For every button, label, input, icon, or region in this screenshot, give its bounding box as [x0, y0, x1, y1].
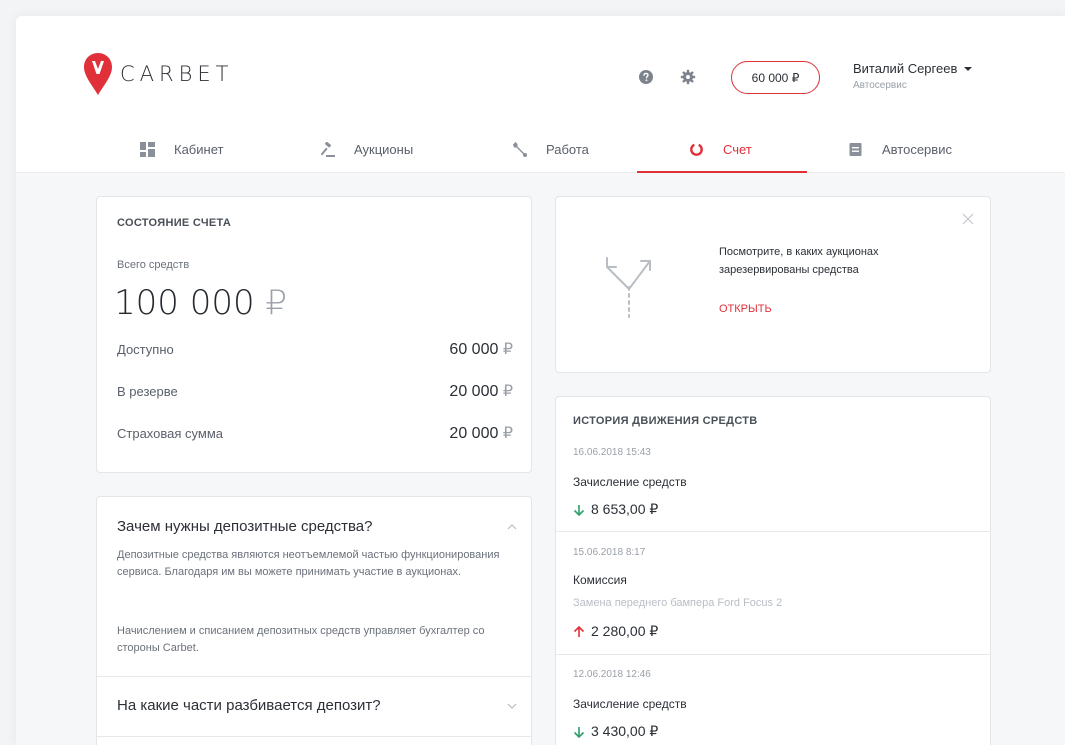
card-title: СОСТОЯНИЕ СЧЕТА	[117, 217, 232, 229]
faq-question-1[interactable]: Зачем нужны депозитные средства?	[117, 518, 372, 535]
history-date: 12.06.2018 12:46	[573, 669, 651, 680]
carbet-logo-icon	[84, 53, 112, 95]
arrow-up-icon	[573, 625, 585, 637]
tab-label: Кабинет	[174, 142, 224, 157]
ring-icon	[690, 143, 703, 156]
tab-account[interactable]: Счет	[689, 126, 752, 173]
help-icon[interactable]	[639, 70, 653, 84]
brand-name: CARBET	[120, 62, 234, 86]
row-amount: 20 000 ₽	[449, 383, 513, 400]
account-row-available: Доступно 60 000 ₽	[117, 339, 513, 359]
amount-value: 8 653,00 ₽	[591, 501, 659, 517]
history-amount: 8 653,00 ₽	[573, 501, 658, 518]
history-subtitle: Замена переднего бампера Ford Focus 2	[573, 597, 783, 609]
faq-answer-paragraph: Начислением и списанием депозитных средс…	[117, 625, 485, 654]
history-title: Комиссия	[573, 573, 627, 587]
user-name-row[interactable]: Виталий Сергеев	[853, 61, 973, 76]
balance-button[interactable]: 60 000 ₽	[731, 61, 820, 94]
chevron-down-icon[interactable]	[507, 703, 517, 709]
tab-autoservice[interactable]: Автосервис	[848, 126, 952, 173]
row-label: В резерве	[117, 384, 178, 399]
tab-auctions[interactable]: Аукционы	[320, 126, 413, 173]
row-amount: 20 000 ₽	[449, 425, 513, 442]
history-title: Зачисление средств	[573, 475, 687, 489]
logo[interactable]: CARBET	[82, 52, 233, 96]
main-nav: Кабинет Аукционы Работа Счет Автосервис	[16, 126, 1065, 173]
amount-value: 2 280,00 ₽	[591, 623, 659, 639]
promo-text: Посмотрите, в каких аукционах зарезервир…	[719, 246, 879, 276]
total-label: Всего средств	[117, 259, 190, 271]
tab-label: Аукционы	[354, 142, 414, 157]
user-role: Автосервис	[853, 80, 907, 91]
caret-down-icon	[964, 66, 973, 71]
faq-card: Зачем нужны депозитные средства? Депозит…	[96, 496, 532, 745]
tab-cabinet[interactable]: Кабинет	[140, 126, 223, 173]
tab-work[interactable]: Работа	[512, 126, 589, 173]
wrench-icon	[513, 142, 527, 157]
faq-answer-paragraph: Депозитные средства являются неотъемлемо…	[117, 549, 500, 578]
total-amount: 100 000 ₽	[114, 283, 287, 323]
amount-value: 3 430,00 ₽	[591, 723, 659, 739]
user-name: Виталий Сергеев	[853, 61, 958, 76]
arrow-down-icon	[573, 726, 585, 738]
divider	[97, 676, 531, 677]
header: CARBET 60 000 ₽ Виталий Сергеев Автосерв…	[16, 16, 1065, 173]
document-icon	[849, 143, 862, 156]
row-amount: 60 000 ₽	[449, 341, 513, 358]
open-link[interactable]: ОТКРЫТЬ	[719, 303, 772, 315]
history-date: 16.06.2018 15:43	[573, 447, 651, 458]
account-row-insurance: Страховая сумма 20 000 ₽	[117, 423, 513, 443]
chevron-up-icon[interactable]	[507, 524, 517, 530]
gavel-icon	[320, 142, 335, 157]
user-menu[interactable]: Виталий Сергеев Автосервис	[853, 61, 973, 91]
account-row-reserved: В резерве 20 000 ₽	[117, 381, 513, 401]
close-icon[interactable]	[962, 213, 974, 225]
history-title: Зачисление средств	[573, 697, 687, 711]
split-arrows-icon	[606, 257, 651, 318]
tab-label: Работа	[546, 142, 589, 157]
currency-sign: ₽	[265, 283, 288, 323]
faq-question-2[interactable]: На какие части разбивается депозит?	[117, 697, 381, 714]
card-title: ИСТОРИЯ ДВИЖЕНИЯ СРЕДСТВ	[573, 415, 758, 427]
tab-label: Автосервис	[882, 142, 952, 157]
active-tab-indicator	[637, 171, 807, 173]
tab-label: Счет	[723, 142, 752, 157]
history-amount: 2 280,00 ₽	[573, 623, 658, 640]
row-label: Доступно	[117, 342, 174, 357]
reserved-info-card: Посмотрите, в каких аукционах зарезервир…	[555, 196, 991, 373]
divider	[556, 531, 990, 532]
history-date: 15.06.2018 8:17	[573, 547, 646, 558]
row-label: Страховая сумма	[117, 426, 223, 441]
funds-history-card: ИСТОРИЯ ДВИЖЕНИЯ СРЕДСТВ 16.06.2018 15:4…	[555, 396, 991, 745]
divider	[556, 654, 990, 655]
total-amount-value: 100 000	[114, 283, 255, 323]
divider	[97, 736, 531, 737]
account-status-card: СОСТОЯНИЕ СЧЕТА Всего средств 100 000 ₽ …	[96, 196, 532, 473]
history-amount: 3 430,00 ₽	[573, 723, 658, 740]
gear-icon[interactable]	[680, 69, 696, 85]
dashboard-icon	[140, 142, 155, 157]
app-window: CARBET 60 000 ₽ Виталий Сергеев Автосерв…	[16, 16, 1065, 745]
arrow-down-icon	[573, 504, 585, 516]
